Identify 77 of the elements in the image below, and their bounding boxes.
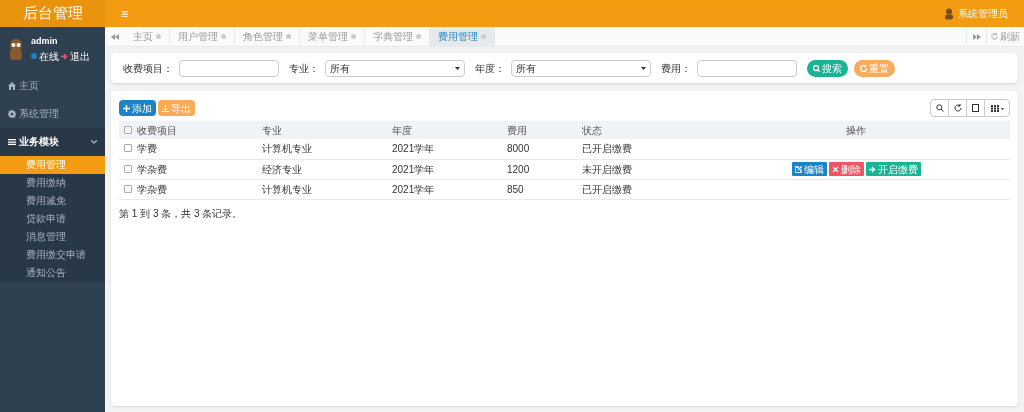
search-icon[interactable] [935,104,944,112]
input-field[interactable] [697,59,797,77]
user-name: admin [31,35,59,48]
refresh-tab-button[interactable]: 刷新 [986,27,1024,46]
scroll-left-icon[interactable] [111,33,119,40]
table-cell: 经济专业 [262,163,302,175]
filter-label: 费用： [661,61,691,76]
caret-icon [641,66,646,70]
column-header: 状态 [582,124,602,136]
checkbox[interactable] [124,125,132,134]
filter-label: 年度： [475,61,505,76]
table-cell: 2021学年 [392,143,435,155]
table-cell: 学杂费 [137,183,167,195]
list-icon [8,137,16,146]
sidebar-item[interactable]: 业务模块 [0,127,105,156]
delete-button[interactable]: 删除 [828,162,864,176]
caret-icon [455,66,460,70]
tab[interactable]: 菜单管理 [300,27,365,46]
reset-button[interactable]: 重置 [854,59,895,77]
gear-icon [8,109,16,118]
tab[interactable]: 费用管理 [430,27,495,46]
open-button[interactable]: 开启缴费 [865,162,921,176]
logout-link[interactable]: 退出 [70,48,90,64]
table-cell: 学杂费 [137,163,167,175]
column-header: 收费项目 [137,124,177,136]
menu-icon[interactable]: ≡ [121,4,128,23]
column-header: 年度 [392,124,412,136]
tab[interactable]: 用户管理 [170,27,235,46]
checkbox[interactable] [124,144,132,153]
table-cell: 1200 [507,163,530,175]
refresh-icon [860,64,867,72]
column-header: 费用 [507,124,527,136]
refresh-icon[interactable] [953,104,962,112]
table-cell: 未开启缴费 [582,163,632,175]
grid-icon[interactable] [990,104,1004,112]
scroll-right-icon[interactable] [972,33,981,40]
online-status: 在线 [39,49,59,64]
table-cell: 已开启缴费 [582,183,632,195]
brand-title: 后台管理 [0,0,105,27]
checkbox[interactable] [124,184,132,193]
pagination-info: 第 1 到 3 条，共 3 条记录。 [119,206,244,221]
arrow-icon [868,165,876,173]
input-field[interactable] [179,59,279,77]
search-icon [813,64,820,72]
table-cell: 计算机专业 [262,183,312,195]
add-button[interactable]: 添加 [119,100,156,116]
table-cell: 2021学年 [392,163,435,175]
search-button[interactable]: 搜索 [807,59,848,77]
edit-button[interactable]: 编辑 [791,162,827,176]
document-icon[interactable] [972,104,979,112]
table-cell: 8000 [507,143,530,155]
logout-icon [61,52,68,60]
chevron-down-icon [91,139,97,144]
checkbox[interactable] [124,164,132,173]
table-cell: 850 [507,183,524,195]
download-icon [162,104,169,112]
sidebar-item[interactable]: 系统管理 [0,99,105,128]
table-cell: 已开启缴费 [582,143,632,155]
plus-icon [123,104,130,112]
refresh-icon [991,33,998,40]
edit-icon [794,165,802,173]
user-icon [944,7,954,20]
tab[interactable]: 角色管理 [235,27,300,46]
tab[interactable]: 主页 [125,27,170,46]
column-header: 专业 [262,124,282,136]
select-field[interactable]: 所有 [511,59,651,77]
sidebar-item[interactable]: 主页 [0,71,105,100]
table-cell: 学费 [137,143,157,155]
table-cell: 2021学年 [392,183,435,195]
filter-label: 专业： [289,61,319,76]
table-cell: 计算机专业 [262,143,312,155]
top-user-name[interactable]: 系统管理员 [958,6,1008,21]
home-icon [8,81,16,90]
filter-label: 收费项目： [123,61,173,76]
select-field[interactable]: 所有 [325,59,465,77]
export-button[interactable]: 导出 [158,100,195,116]
column-header: 操作 [846,124,866,136]
